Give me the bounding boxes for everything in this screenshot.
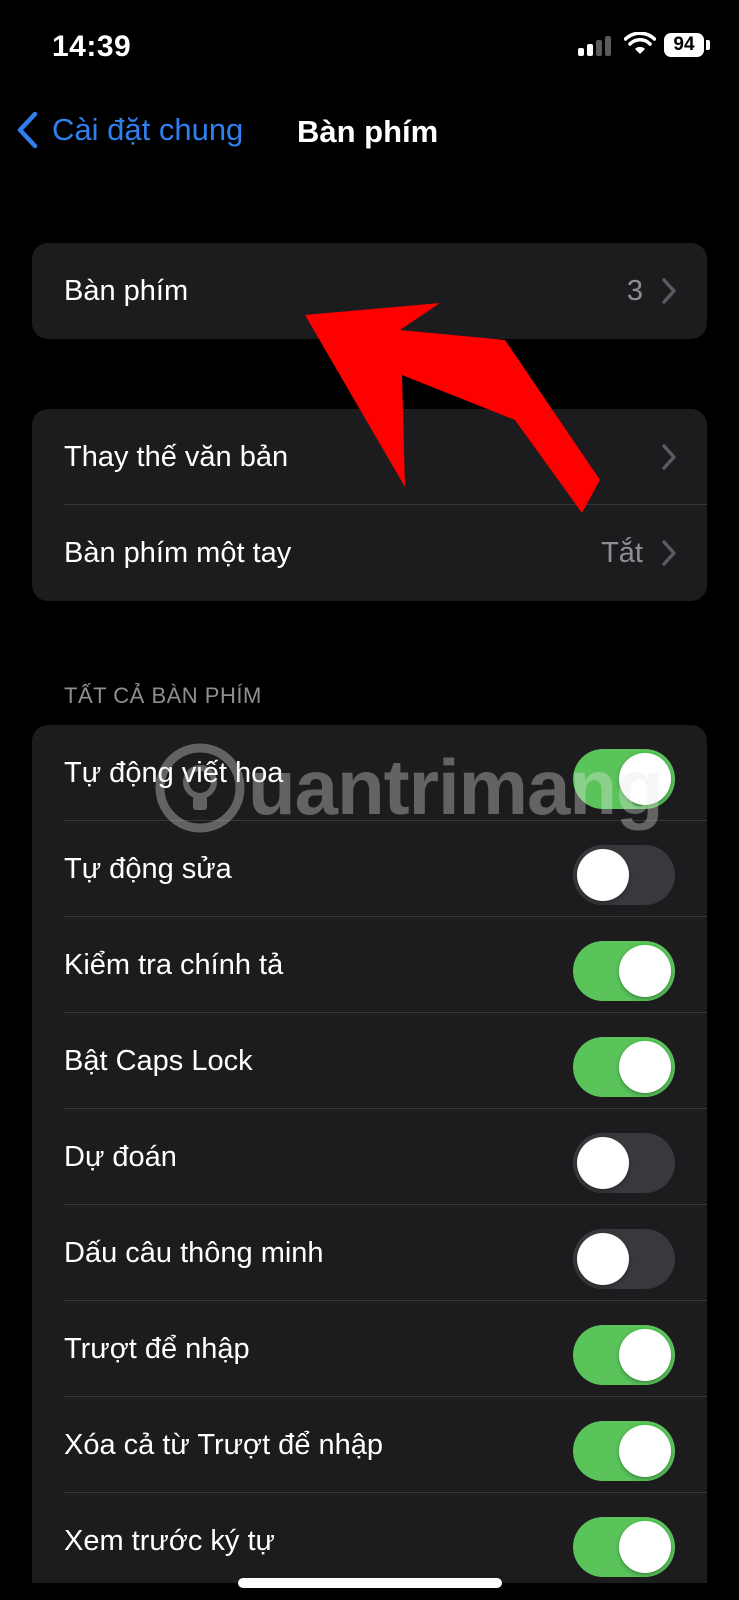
home-indicator bbox=[238, 1578, 502, 1588]
red-arrow-annotation bbox=[305, 303, 600, 513]
